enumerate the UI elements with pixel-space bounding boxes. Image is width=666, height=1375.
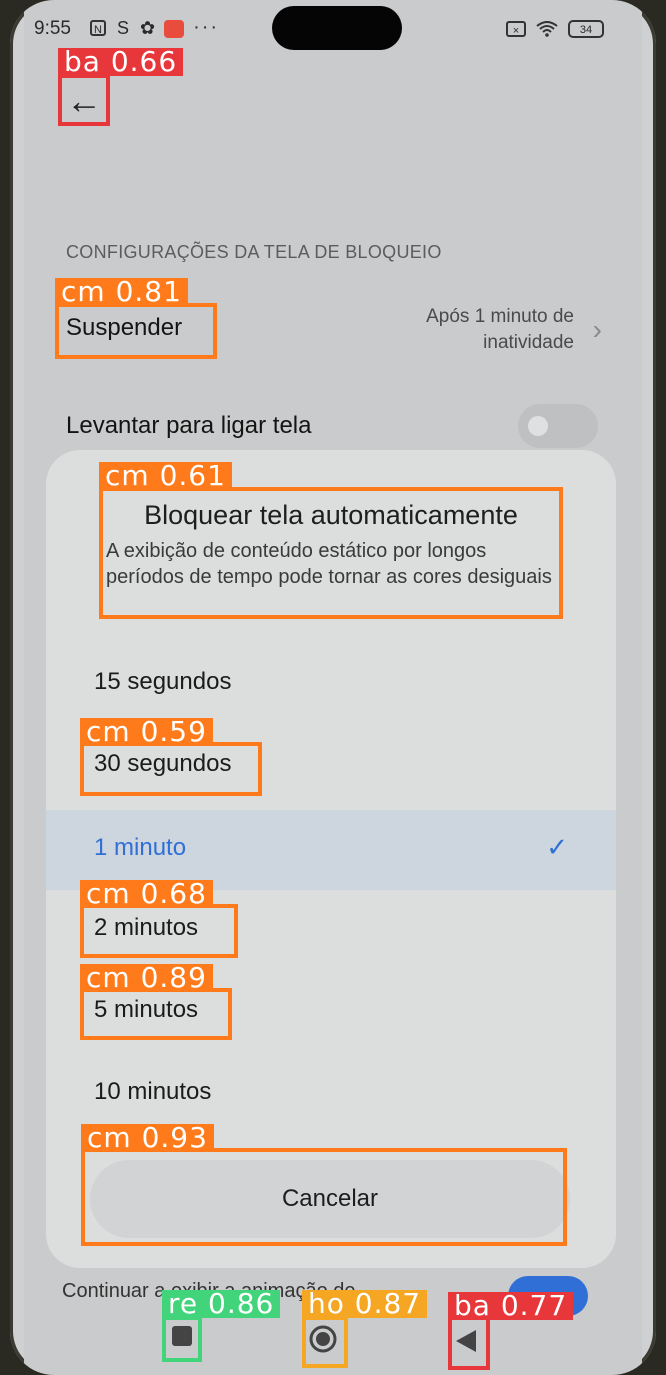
detection-box-back-top	[58, 74, 110, 126]
detection-label-dialog-header: cm 0.61	[99, 462, 232, 490]
wifi-icon	[536, 21, 558, 37]
section-label: CONFIGURAÇÕES DA TELA DE BLOQUEIO	[66, 242, 442, 262]
detection-box-recents	[162, 1316, 202, 1362]
sim-icon: S	[116, 18, 129, 38]
detection-box-opt5	[80, 988, 232, 1040]
suspend-value-line2: inatividade	[483, 332, 574, 353]
suspend-value[interactable]: Após 1 minuto de inatividade	[354, 304, 574, 356]
detection-label-opt5: cm 0.89	[80, 964, 213, 992]
detection-label-back-nav: ba 0.77	[448, 1292, 574, 1320]
suspend-value-line1: Após 1 minuto de	[426, 306, 574, 327]
status-bar: 9:55 N S ✿ ··· × 34	[30, 16, 630, 46]
detection-box-dialog-header	[99, 487, 563, 619]
status-time: 9:55	[34, 18, 71, 39]
detection-box-cancel	[81, 1148, 567, 1246]
more-dots-icon: ···	[193, 16, 220, 38]
option-15-seconds[interactable]: 15 segundos	[46, 644, 616, 724]
mail-badge-icon	[164, 20, 185, 38]
detection-label-opt30: cm 0.59	[80, 718, 213, 746]
battery-icon: 34	[568, 20, 604, 38]
detection-box-opt30	[80, 742, 262, 796]
no-sim-icon: ×	[506, 21, 526, 37]
detection-label-back-top: ba 0.66	[58, 48, 184, 76]
detection-box-back-nav	[448, 1316, 490, 1370]
nfc-icon: N	[90, 20, 106, 36]
checkmark-icon: ✓	[546, 832, 568, 862]
raise-to-wake-toggle[interactable]	[518, 404, 598, 448]
option-label: 15 segundos	[94, 668, 232, 695]
status-right: × 34	[506, 20, 604, 38]
detection-label-opt2: cm 0.68	[80, 880, 213, 908]
detection-label-suspender: cm 0.81	[55, 278, 188, 306]
detection-label-recents: re 0.86	[162, 1290, 281, 1318]
option-label: 10 minutos	[94, 1078, 212, 1105]
detection-label-home: ho 0.87	[302, 1290, 428, 1318]
detection-box-home	[302, 1316, 348, 1368]
gear-icon: ✿	[140, 18, 156, 38]
chevron-right-icon: ›	[592, 314, 602, 345]
detection-box-opt2	[80, 904, 238, 958]
status-icons: N S ✿ ···	[90, 16, 219, 39]
detection-box-suspender	[55, 303, 217, 359]
detection-label-cancel: cm 0.93	[81, 1124, 214, 1152]
option-label: 1 minuto	[94, 834, 187, 861]
raise-to-wake-title: Levantar para ligar tela	[66, 412, 312, 439]
